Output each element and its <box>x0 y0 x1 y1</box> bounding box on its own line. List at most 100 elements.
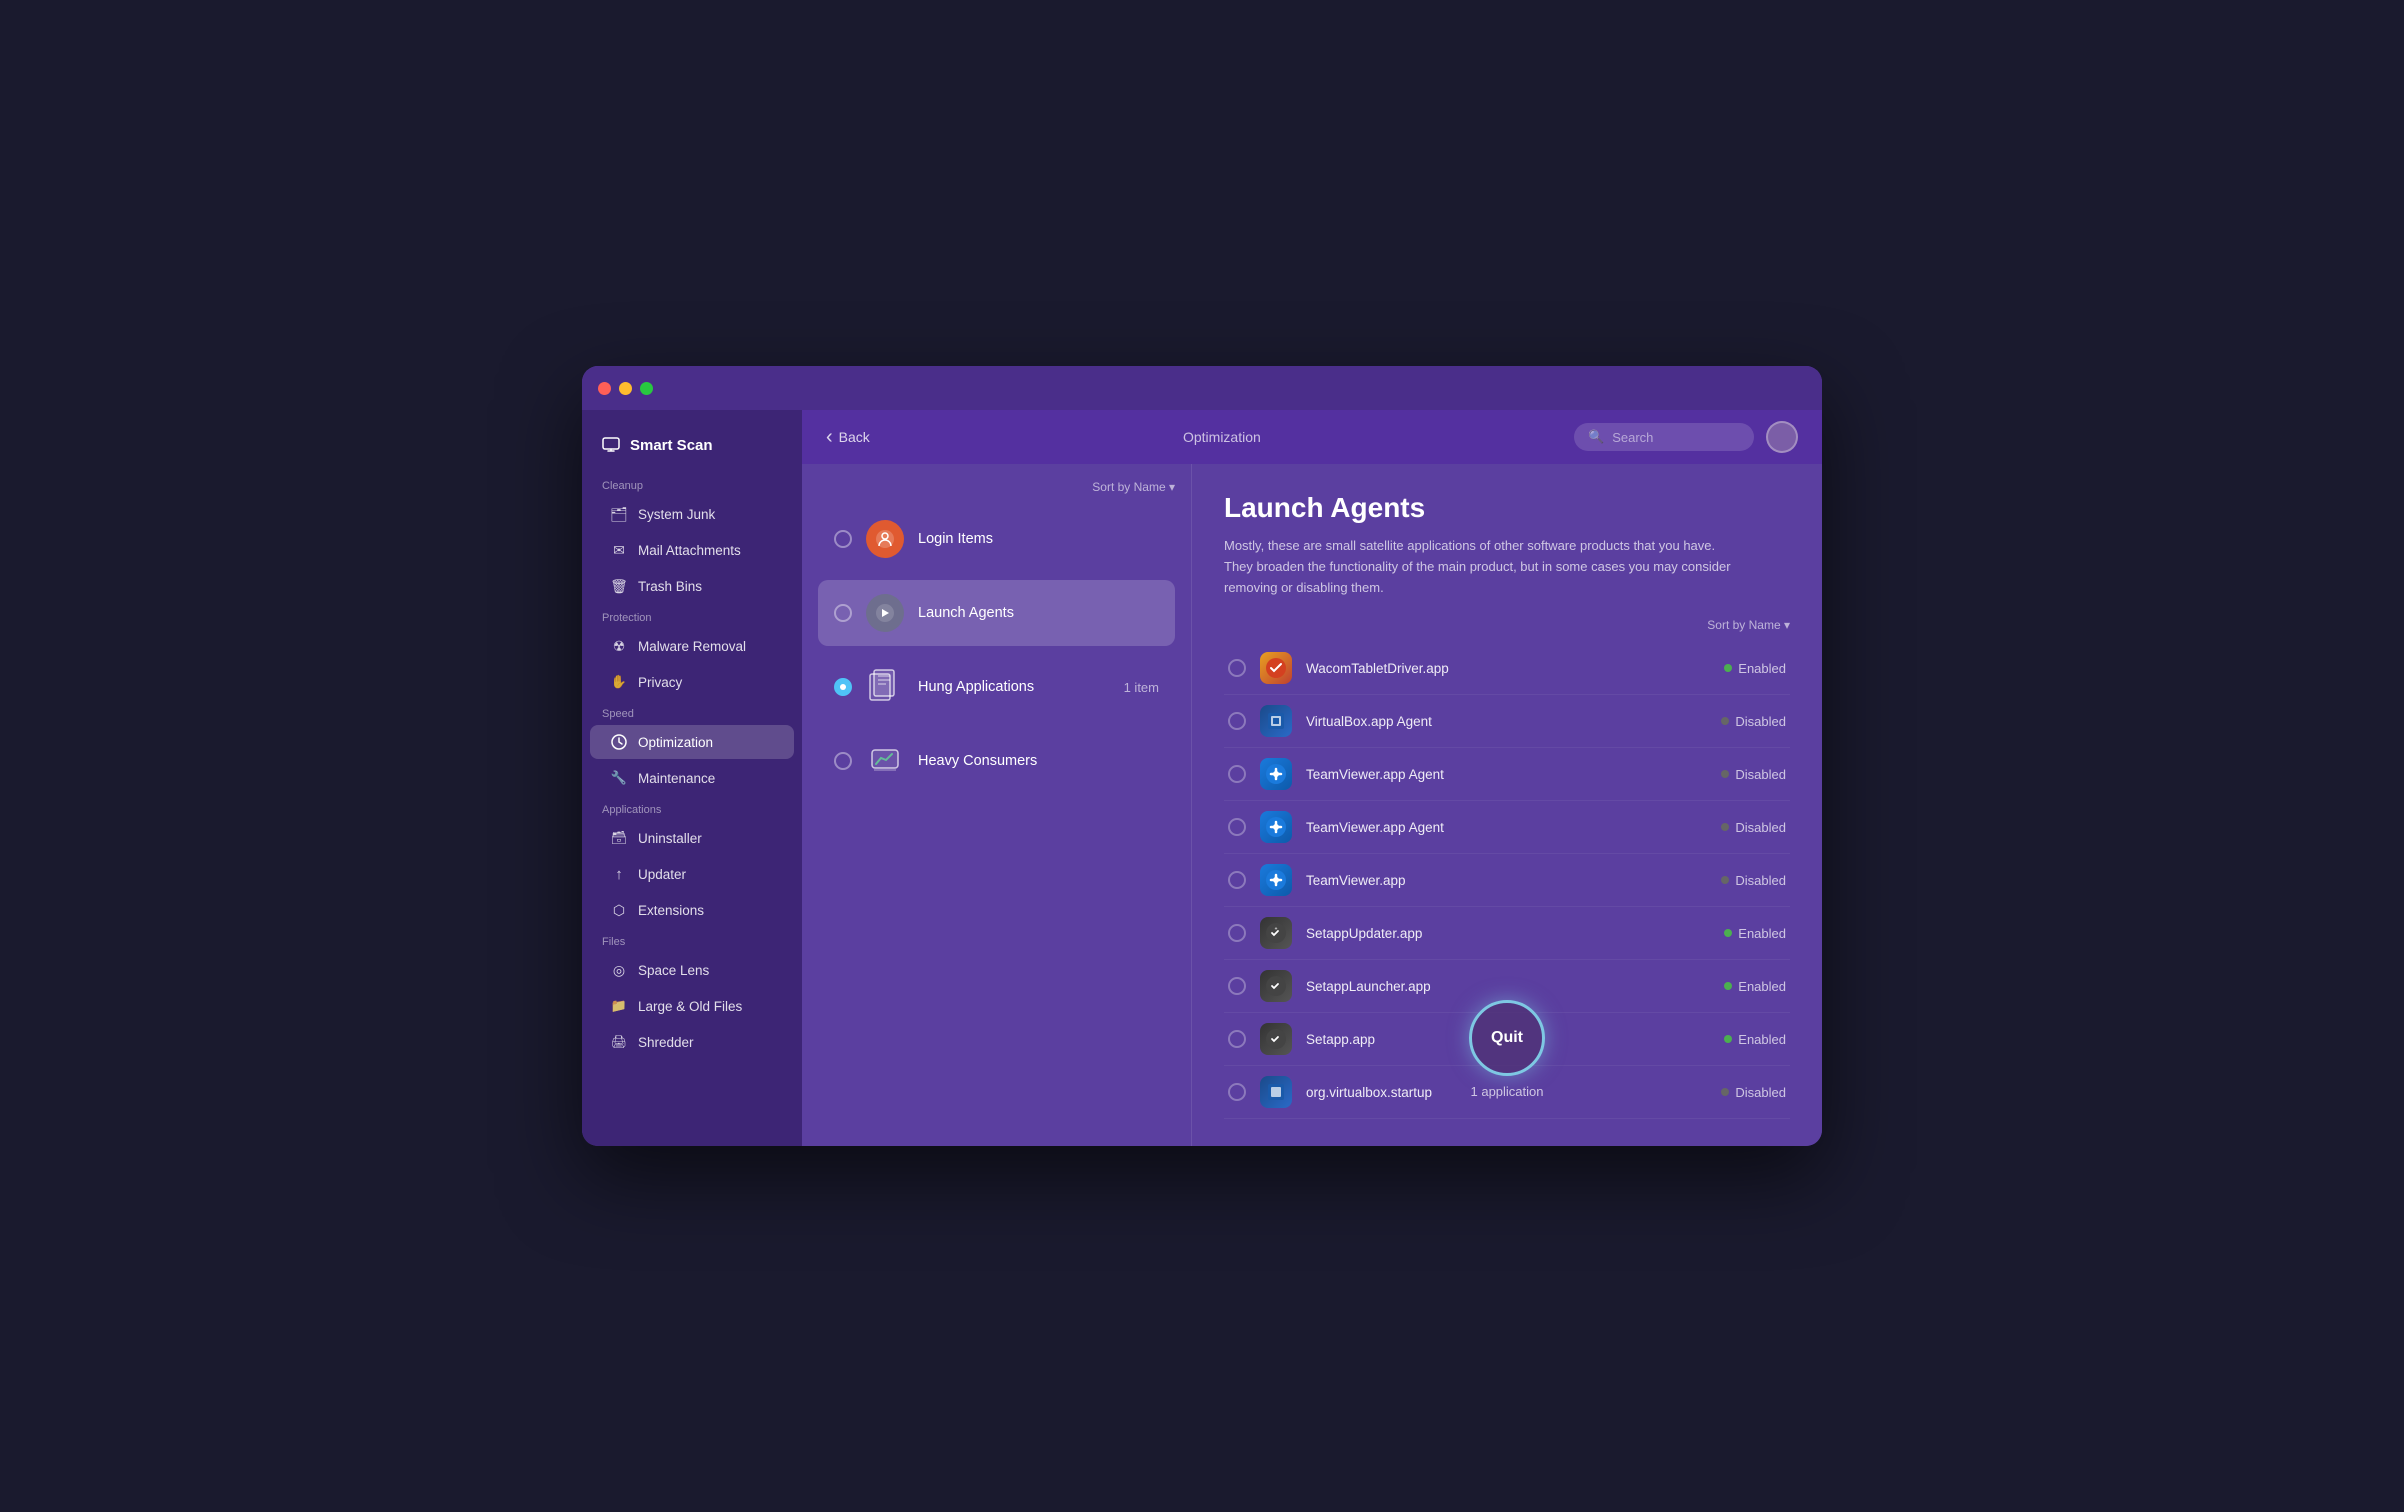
list-sort-label[interactable]: Sort by Name ▾ <box>1092 480 1175 494</box>
optimization-label: Optimization <box>638 735 713 750</box>
sidebar-item-uninstaller[interactable]: Uninstaller <box>590 821 794 855</box>
maintenance-label: Maintenance <box>638 771 715 786</box>
close-button[interactable] <box>598 382 611 395</box>
list-item-hung-applications[interactable]: Hung Applications 1 item <box>818 654 1175 720</box>
agent-row-teamviewer2[interactable]: TeamViewer.app Agent Disabled <box>1224 801 1790 854</box>
org-vbox-status-label: Disabled <box>1735 1085 1786 1100</box>
org-vbox-radio[interactable] <box>1228 1083 1246 1101</box>
setapp-launcher-radio[interactable] <box>1228 977 1246 995</box>
teamviewer2-radio[interactable] <box>1228 818 1246 836</box>
uninstaller-icon <box>610 829 628 847</box>
sidebar-item-maintenance[interactable]: Maintenance <box>590 761 794 795</box>
heavy-consumers-radio[interactable] <box>834 752 852 770</box>
setapp-radio[interactable] <box>1228 1030 1246 1048</box>
large-files-icon <box>610 997 628 1015</box>
shredder-label: Shredder <box>638 1035 694 1050</box>
setapp-launcher-icon <box>1260 970 1292 1002</box>
teamviewer1-name: TeamViewer.app Agent <box>1306 767 1707 782</box>
search-input[interactable] <box>1612 430 1740 445</box>
agent-row-setapp-updater[interactable]: SetappUpdater.app Enabled <box>1224 907 1790 960</box>
agent-row-virtualbox-agent[interactable]: VirtualBox.app Agent Disabled <box>1224 695 1790 748</box>
protection-section-label: Protection <box>582 604 802 628</box>
agent-row-teamviewer3[interactable]: TeamViewer.app Disabled <box>1224 854 1790 907</box>
virtualbox-agent-status: Disabled <box>1721 714 1786 729</box>
teamviewer2-status-dot <box>1721 823 1729 831</box>
mail-icon <box>610 541 628 559</box>
sidebar-item-shredder[interactable]: Shredder <box>590 1025 794 1059</box>
teamviewer3-radio[interactable] <box>1228 871 1246 889</box>
back-button[interactable]: ‹ Back <box>826 426 870 449</box>
list-sort-bar: Sort by Name ▾ <box>818 480 1175 494</box>
mail-attachments-label: Mail Attachments <box>638 543 741 558</box>
updater-label: Updater <box>638 867 686 882</box>
sidebar-item-privacy[interactable]: Privacy <box>590 665 794 699</box>
sidebar-item-space-lens[interactable]: Space Lens <box>590 953 794 987</box>
setapp-updater-icon <box>1260 917 1292 949</box>
maximize-button[interactable] <box>640 382 653 395</box>
sidebar-item-mail-attachments[interactable]: Mail Attachments <box>590 533 794 567</box>
setapp-updater-radio[interactable] <box>1228 924 1246 942</box>
sidebar-item-malware-removal[interactable]: Malware Removal <box>590 629 794 663</box>
list-item-heavy-consumers[interactable]: Heavy Consumers <box>818 728 1175 794</box>
quit-button[interactable]: Quit <box>1469 1000 1545 1076</box>
sidebar-item-smart-scan[interactable]: Smart Scan <box>582 426 802 464</box>
list-panel: Sort by Name ▾ Login Items <box>802 464 1192 1146</box>
setapp-launcher-status-label: Enabled <box>1738 979 1786 994</box>
quit-count-label: 1 application <box>1471 1084 1544 1099</box>
launch-agents-radio[interactable] <box>834 604 852 622</box>
teamviewer2-status: Disabled <box>1721 820 1786 835</box>
traffic-lights <box>598 382 653 395</box>
virtualbox-agent-radio[interactable] <box>1228 712 1246 730</box>
agent-row-wacom[interactable]: WacomTabletDriver.app Enabled <box>1224 642 1790 695</box>
teamviewer1-status: Disabled <box>1721 767 1786 782</box>
list-item-launch-agents[interactable]: Launch Agents <box>818 580 1175 646</box>
privacy-icon <box>610 673 628 691</box>
setapp-launcher-name: SetappLauncher.app <box>1306 979 1710 994</box>
space-icon <box>610 961 628 979</box>
titlebar <box>582 366 1822 410</box>
hung-applications-icon <box>866 668 904 706</box>
agent-row-teamviewer1[interactable]: TeamViewer.app Agent Disabled <box>1224 748 1790 801</box>
extensions-label: Extensions <box>638 903 704 918</box>
teamviewer3-icon <box>1260 864 1292 896</box>
search-icon: 🔍 <box>1588 429 1604 445</box>
sidebar-item-system-junk[interactable]: System Junk <box>590 497 794 531</box>
login-items-radio[interactable] <box>834 530 852 548</box>
avatar[interactable] <box>1766 421 1798 453</box>
login-items-icon <box>866 520 904 558</box>
sidebar-item-optimization[interactable]: Optimization <box>590 725 794 759</box>
hung-applications-count: 1 item <box>1124 680 1159 695</box>
teamviewer3-status-dot <box>1721 876 1729 884</box>
teamviewer1-status-dot <box>1721 770 1729 778</box>
back-chevron-icon: ‹ <box>826 426 833 449</box>
wacom-name: WacomTabletDriver.app <box>1306 661 1710 676</box>
wacom-radio[interactable] <box>1228 659 1246 677</box>
uninstaller-label: Uninstaller <box>638 831 702 846</box>
teamviewer2-icon <box>1260 811 1292 843</box>
space-lens-label: Space Lens <box>638 963 709 978</box>
sidebar-item-updater[interactable]: Updater <box>590 857 794 891</box>
teamviewer3-status: Disabled <box>1721 873 1786 888</box>
detail-sort-label[interactable]: Sort by Name ▾ <box>1707 618 1790 632</box>
sidebar-item-extensions[interactable]: Extensions <box>590 893 794 927</box>
teamviewer1-icon <box>1260 758 1292 790</box>
extensions-icon <box>610 901 628 919</box>
optimization-icon <box>610 733 628 751</box>
detail-sort-bar: Sort by Name ▾ <box>1224 618 1790 632</box>
wacom-status-label: Enabled <box>1738 661 1786 676</box>
sidebar-item-large-old-files[interactable]: Large & Old Files <box>590 989 794 1023</box>
teamviewer1-radio[interactable] <box>1228 765 1246 783</box>
wacom-icon <box>1260 652 1292 684</box>
teamviewer3-name: TeamViewer.app <box>1306 873 1707 888</box>
smart-scan-label: Smart Scan <box>630 437 713 454</box>
list-item-login-items[interactable]: Login Items <box>818 506 1175 572</box>
minimize-button[interactable] <box>619 382 632 395</box>
system-junk-label: System Junk <box>638 507 715 522</box>
setapp-status-label: Enabled <box>1738 1032 1786 1047</box>
setapp-status-dot <box>1724 1035 1732 1043</box>
sidebar-item-trash-bins[interactable]: Trash Bins <box>590 569 794 603</box>
trash-icon <box>610 577 628 595</box>
hung-applications-radio[interactable] <box>834 678 852 696</box>
search-box[interactable]: 🔍 <box>1574 423 1754 451</box>
content-main: Sort by Name ▾ Login Items <box>802 464 1822 1146</box>
